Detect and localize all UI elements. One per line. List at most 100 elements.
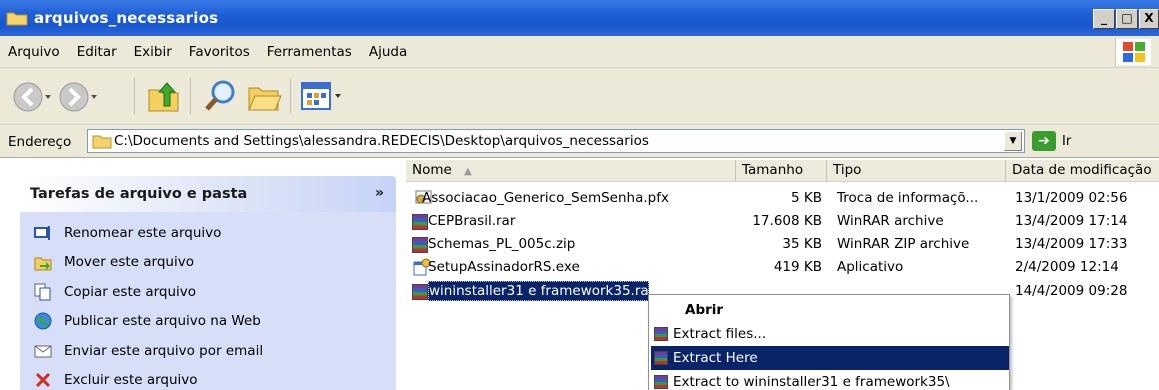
menu-item-extract-here[interactable]: Extract Here [651,346,1009,370]
address-path: C:\Documents and Settings\alessandra.RED… [114,133,649,149]
file-size: 419 KB [773,259,822,275]
file-size: 17.608 KB [752,213,822,229]
column-type-label: Tipo [833,162,862,178]
task-move[interactable]: Mover este arquivo [20,248,396,278]
menu-bar: Arquivo Editar Exibir Favoritos Ferramen… [0,36,1159,68]
folders-icon[interactable] [246,78,282,118]
folder-icon [92,133,112,153]
task-pane: Tarefas de arquivo e pasta » Renomear es… [0,158,406,390]
column-date-label: Data de modificação [1012,162,1152,178]
file-type: Troca de informaçõ... [837,190,979,206]
file-row[interactable]: Schemas_PL_005c.zip 35 KB WinRAR ZIP arc… [406,233,1159,256]
task-panel-title: Tarefas de arquivo e pasta [30,186,248,202]
go-label: Ir [1062,133,1072,149]
address-dropdown-button[interactable]: ▼ [1004,131,1022,151]
winrar-icon [654,327,668,341]
back-icon[interactable] [12,80,52,118]
file-type: WinRAR ZIP archive [837,236,970,252]
copy-icon [34,283,52,301]
file-name: Schemas_PL_005c.zip [428,236,576,252]
windows-logo-icon [1115,39,1151,65]
menu-exibir[interactable]: Exibir [134,44,172,60]
file-date: 14/4/2009 09:28 [1015,283,1128,299]
menu-editar[interactable]: Editar [77,44,117,60]
globe-icon [34,312,52,330]
task-delete[interactable]: Excluir este arquivo [20,366,396,390]
menu-arquivo[interactable]: Arquivo [8,44,60,60]
task-copy[interactable]: Copiar este arquivo [20,277,396,307]
email-icon [34,342,52,360]
views-icon[interactable] [300,80,344,116]
rename-icon [34,224,52,242]
window-title: arquivos_necessarios [34,9,219,27]
menu-item-extract-to-folder[interactable]: Extract to wininstaller31 e framework35\ [651,370,1009,390]
file-date: 2/4/2009 12:14 [1015,259,1119,275]
menu-item-open[interactable]: Abrir [651,298,1009,322]
column-size-label: Tamanho [742,162,804,178]
close-button[interactable]: X [1139,9,1159,29]
go-arrow-icon: ➔ [1032,131,1056,151]
file-name: Associacao_Generico_SemSenha.pfx [422,190,669,206]
file-size: 35 KB [782,236,822,252]
task-label: Copiar este arquivo [64,283,197,300]
menu-favoritos[interactable]: Favoritos [189,44,250,60]
minimize-button[interactable]: _ [1093,9,1115,29]
menu-item-label: Extract Here [673,350,758,366]
file-folder-tasks-panel: Tarefas de arquivo e pasta » Renomear es… [20,176,396,390]
file-type: WinRAR archive [837,213,944,229]
address-input[interactable]: C:\Documents and Settings\alessandra.RED… [87,129,1025,153]
task-email[interactable]: Enviar este arquivo por email [20,336,396,366]
winrar-icon [412,284,428,300]
file-date: 13/4/2009 17:33 [1015,236,1128,252]
go-button[interactable]: ➔ Ir [1032,131,1071,151]
file-name: SetupAssinadorRS.exe [428,259,580,275]
file-name: CEPBrasil.rar [428,213,516,229]
task-rename[interactable]: Renomear este arquivo [20,218,396,248]
column-header-type[interactable]: Tipo [827,160,1006,182]
file-row[interactable]: Associacao_Generico_SemSenha.pfx 5 KB Tr… [406,187,1159,210]
collapse-chevron-icon[interactable]: » [375,185,384,201]
winrar-icon [654,375,668,389]
maximize-button[interactable]: □ [1116,9,1138,29]
task-label: Enviar este arquivo por email [64,342,264,359]
address-label: Endereço [8,134,72,150]
menu-item-label: Extract to wininstaller31 e framework35\ [673,374,950,390]
file-type: Aplicativo [837,259,904,275]
column-name-label: Nome [412,162,452,178]
column-header-size[interactable]: Tamanho [736,160,827,182]
task-label: Excluir este arquivo [64,372,198,389]
menu-ajuda[interactable]: Ajuda [369,44,407,60]
file-name: wininstaller31 e framework35.ra [429,283,649,299]
delete-icon [34,371,52,389]
file-date: 13/4/2009 17:14 [1015,213,1128,229]
file-row[interactable]: SetupAssinadorRS.exe 419 KB Aplicativo 2… [406,256,1159,279]
search-icon[interactable] [204,78,240,118]
forward-icon[interactable] [58,80,98,118]
sort-ascending-icon: ▲ [464,166,472,177]
menu-item-label: Extract files... [673,326,767,342]
file-size: 5 KB [791,190,822,206]
winrar-icon [654,351,668,365]
move-icon [34,253,52,271]
winrar-icon [412,237,428,253]
task-label: Renomear este arquivo [64,224,222,241]
task-publish-web[interactable]: Publicar este arquivo na Web [20,307,396,337]
column-header-date[interactable]: Data de modificação [1006,160,1159,182]
folder-icon [6,10,28,26]
menu-item-extract-files[interactable]: Extract files... [651,322,1009,346]
up-folder-icon[interactable] [146,78,182,118]
task-panel-header[interactable]: Tarefas de arquivo e pasta » [20,176,396,212]
task-label: Mover este arquivo [64,254,194,271]
task-label: Publicar este arquivo na Web [64,313,261,330]
toolbar [0,68,1159,125]
context-menu: Abrir Extract files... Extract Here Extr… [648,294,1010,390]
address-bar: Endereço C:\Documents and Settings\aless… [0,125,1159,158]
file-date: 13/1/2009 02:56 [1015,190,1128,206]
winrar-icon [412,214,428,230]
task-list: Renomear este arquivo Mover este arquivo… [20,212,396,390]
menu-item-label: Abrir [685,302,724,318]
window-titlebar[interactable]: arquivos_necessarios _ □ X [0,0,1159,36]
file-row[interactable]: CEPBrasil.rar 17.608 KB WinRAR archive 1… [406,210,1159,233]
column-header-name[interactable]: Nome ▲ [406,160,736,182]
menu-ferramentas[interactable]: Ferramentas [267,44,352,60]
